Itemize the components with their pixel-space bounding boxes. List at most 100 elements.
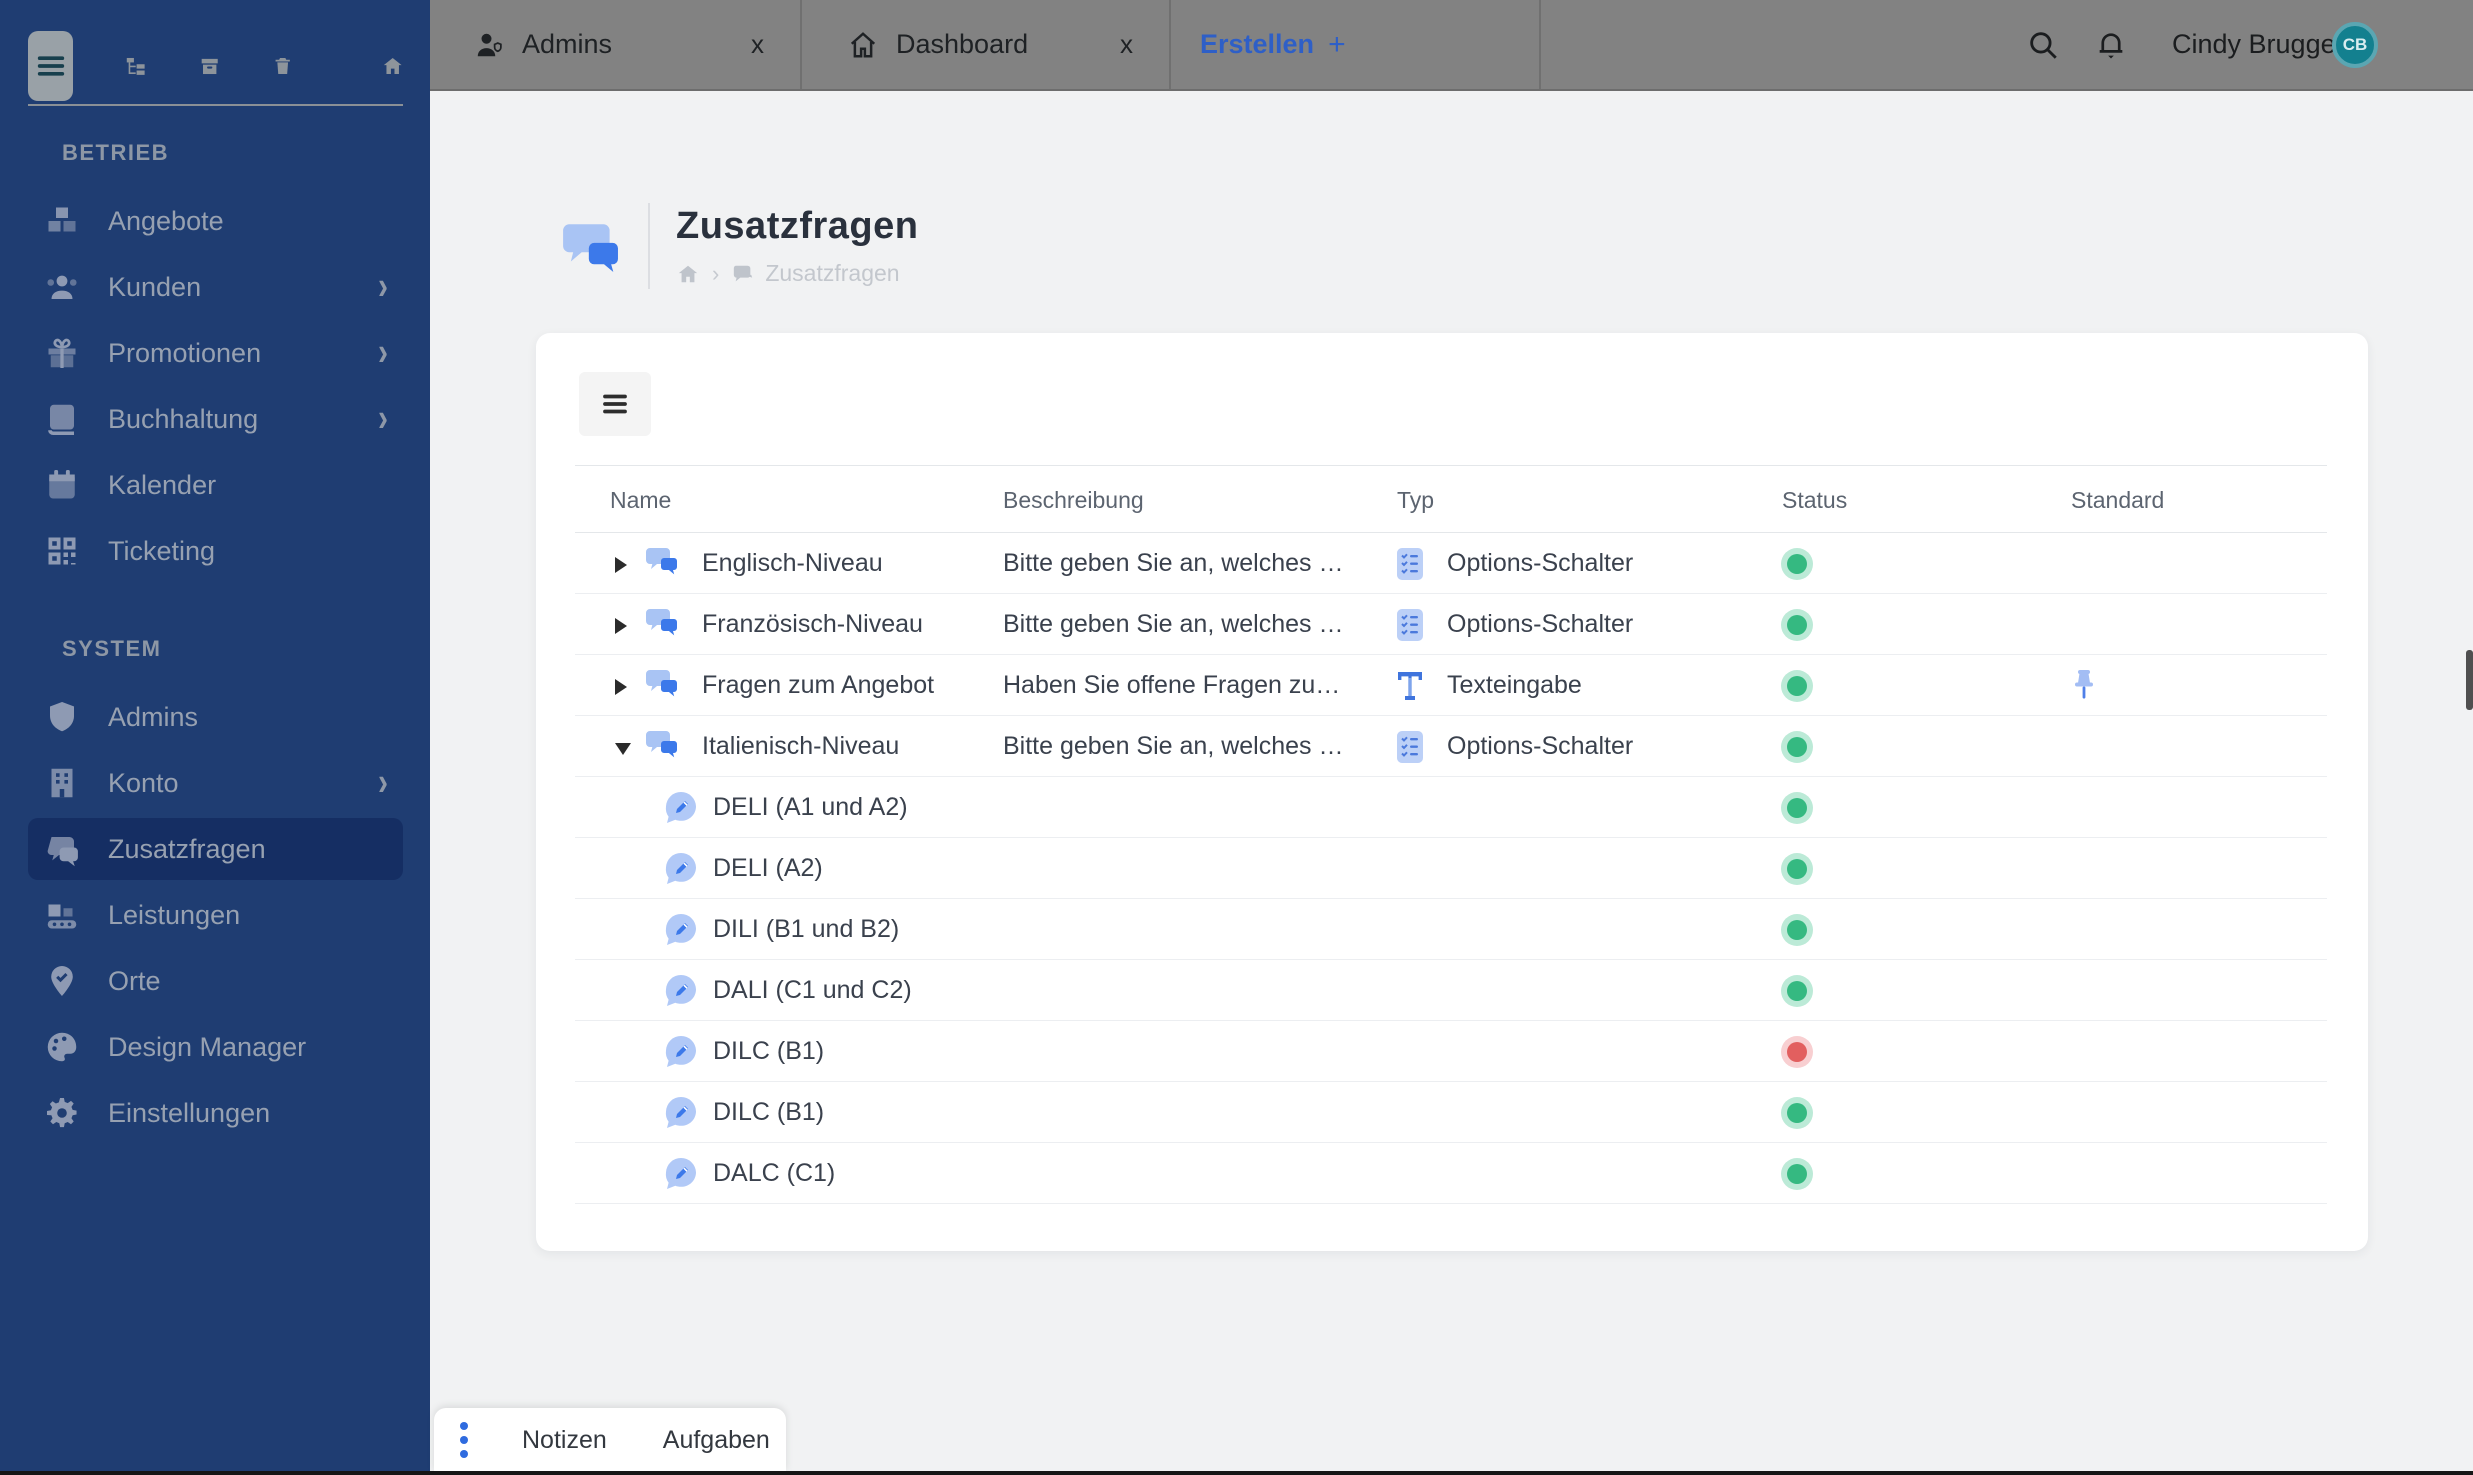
checklist-icon	[1397, 731, 1423, 763]
status-indicator	[1787, 676, 1807, 696]
comment-edit-icon	[663, 1156, 699, 1192]
topbar: Admins x Dashboard x Erstellen + Cindy B…	[430, 0, 2473, 91]
question-description: Bitte geben Sie an, welches …	[1003, 716, 1343, 777]
questions-table: Name Beschreibung Typ Status Standard En…	[575, 465, 2327, 1204]
nav-section-betrieb: AngeboteKunden›Promotionen›Buchhaltung›K…	[0, 188, 430, 584]
column-header-beschreibung: Beschreibung	[1003, 466, 1144, 534]
sidebar-item-ticketing[interactable]: Ticketing	[0, 518, 430, 584]
column-header-name: Name	[610, 466, 671, 534]
conveyor-icon	[44, 897, 80, 933]
tab-close-icon[interactable]: x	[1120, 29, 1133, 60]
column-header-typ: Typ	[1397, 466, 1434, 534]
table-row[interactable]: DILI (B1 und B2)	[575, 899, 2327, 960]
table-row[interactable]: Englisch-NiveauBitte geben Sie an, welch…	[575, 533, 2327, 594]
answer-name: DALI (C1 und C2)	[713, 960, 912, 1021]
sidebar-item-design-manager[interactable]: Design Manager	[0, 1014, 430, 1080]
answer-name: DALC (C1)	[713, 1143, 835, 1204]
search-icon[interactable]	[2026, 28, 2060, 62]
sidebar-menu-button[interactable]	[28, 31, 73, 101]
chat-bubbles-icon	[645, 668, 683, 702]
home-icon[interactable]	[676, 263, 700, 285]
sidebar-item-kunden[interactable]: Kunden›	[0, 254, 430, 320]
trash-icon[interactable]	[272, 49, 293, 83]
scrollbar-thumb[interactable]	[2466, 650, 2473, 710]
building-icon	[44, 765, 80, 801]
chat-bubbles-icon	[645, 729, 683, 763]
answer-name: DILC (B1)	[713, 1082, 824, 1143]
checklist-icon	[1397, 609, 1423, 641]
caret-down-icon[interactable]	[615, 743, 631, 755]
table-row[interactable]: DALI (C1 und C2)	[575, 960, 2327, 1021]
sidebar-divider	[28, 104, 403, 106]
sidebar-item-buchhaltung[interactable]: Buchhaltung›	[0, 386, 430, 452]
sidebar-item-orte[interactable]: Orte	[0, 948, 430, 1014]
tab-admins[interactable]: Admins x	[430, 0, 802, 89]
sidebar-item-label: Promotionen	[108, 338, 261, 369]
section-label-betrieb: BETRIEB	[62, 140, 169, 166]
new-tab-button[interactable]: Erstellen +	[1200, 0, 1346, 89]
table-menu-button[interactable]	[579, 372, 651, 436]
aufgaben-button[interactable]: Aufgaben	[635, 1426, 798, 1455]
page-header: Zusatzfragen › Zusatzfragen	[560, 203, 918, 289]
user-name[interactable]: Cindy Brugger	[2172, 0, 2345, 89]
question-type: Options-Schalter	[1447, 594, 1633, 655]
table-row[interactable]: Französisch-NiveauBitte geben Sie an, we…	[575, 594, 2327, 655]
caret-right-icon[interactable]	[615, 557, 627, 573]
sidebar-item-admins[interactable]: Admins	[0, 684, 430, 750]
tab-close-icon[interactable]: x	[751, 29, 764, 60]
header-divider	[648, 203, 650, 289]
table-row[interactable]: DALC (C1)	[575, 1143, 2327, 1204]
table-row[interactable]: DILC (B1)	[575, 1021, 2327, 1082]
sidebar-item-promotionen[interactable]: Promotionen›	[0, 320, 430, 386]
question-description: Bitte geben Sie an, welches …	[1003, 533, 1343, 594]
chevron-right-icon: ›	[378, 761, 388, 805]
menu-icon	[34, 49, 68, 83]
app-root: BETRIEBAngeboteKunden›Promotionen›Buchha…	[0, 0, 2473, 1475]
answer-name: DELI (A2)	[713, 838, 823, 899]
sidebar-item-konto[interactable]: Konto›	[0, 750, 430, 816]
answer-name: DELI (A1 und A2)	[713, 777, 908, 838]
kebab-menu-icon[interactable]	[460, 1422, 468, 1458]
tab-label: Dashboard	[896, 29, 1028, 60]
sidebar-item-kalender[interactable]: Kalender	[0, 452, 430, 518]
avatar[interactable]: CB	[2332, 22, 2378, 68]
notizen-button[interactable]: Notizen	[494, 1426, 635, 1455]
sidebar-item-leistungen[interactable]: Leistungen	[0, 882, 430, 948]
home-icon	[848, 30, 878, 60]
users-icon	[44, 269, 80, 305]
caret-right-icon[interactable]	[615, 679, 627, 695]
cubes-icon	[44, 203, 80, 239]
bell-icon[interactable]	[2094, 28, 2128, 62]
sidebar-item-label: Einstellungen	[108, 1098, 270, 1129]
checklist-icon	[1397, 548, 1423, 580]
breadcrumb-current: Zusatzfragen	[765, 260, 899, 287]
table-row[interactable]: DELI (A1 und A2)	[575, 777, 2327, 838]
qr-icon	[44, 533, 80, 569]
sidebar-item-zusatzfragen[interactable]: Zusatzfragen	[0, 816, 430, 882]
tree-icon[interactable]	[125, 49, 146, 83]
calendar-icon	[44, 467, 80, 503]
gift-icon	[44, 335, 80, 371]
table-row[interactable]: Italienisch-NiveauBitte geben Sie an, we…	[575, 716, 2327, 777]
column-header-standard: Standard	[2071, 466, 2164, 534]
home-icon[interactable]	[382, 49, 403, 83]
sidebar-item-angebote[interactable]: Angebote	[0, 188, 430, 254]
table-header: Name Beschreibung Typ Status Standard	[575, 465, 2327, 533]
status-indicator	[1787, 737, 1807, 757]
table-row[interactable]: DILC (B1)	[575, 1082, 2327, 1143]
chat-icon	[731, 263, 755, 285]
tab-dashboard[interactable]: Dashboard x	[804, 0, 1171, 89]
question-name: Fragen zum Angebot	[702, 655, 934, 716]
sidebar-item-einstellungen[interactable]: Einstellungen	[0, 1080, 430, 1146]
comment-edit-icon	[663, 1095, 699, 1131]
archive-icon[interactable]	[199, 49, 220, 83]
status-indicator	[1787, 920, 1807, 940]
comment-edit-icon	[663, 973, 699, 1009]
answer-name: DILI (B1 und B2)	[713, 899, 899, 960]
caret-right-icon[interactable]	[615, 618, 627, 634]
chat-bubbles-icon	[645, 607, 683, 641]
sidebar-item-label: Kunden	[108, 272, 201, 303]
table-row[interactable]: DELI (A2)	[575, 838, 2327, 899]
table-row[interactable]: Fragen zum AngebotHaben Sie offene Frage…	[575, 655, 2327, 716]
new-tab-label: Erstellen	[1200, 29, 1314, 60]
